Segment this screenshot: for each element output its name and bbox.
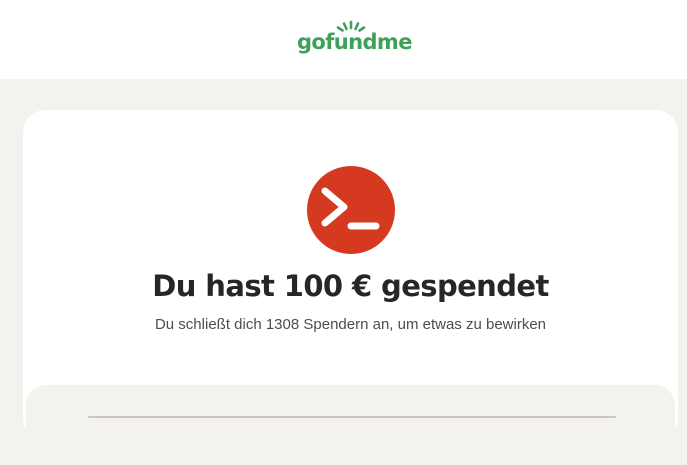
- donation-confirmation-card: Du hast 100 € gespendet Du schließt dich…: [23, 110, 678, 465]
- logo-wordmark: gofundme: [297, 30, 412, 54]
- donation-title: Du hast 100 € gespendet: [152, 269, 549, 303]
- terminal-prompt-icon: [307, 166, 395, 254]
- donation-subtitle: Du schließt dich 1308 Spendern an, um et…: [154, 316, 547, 333]
- share-section: [26, 385, 675, 465]
- gofundme-logo[interactable]: gofundme: [297, 20, 412, 60]
- site-header: gofundme: [0, 0, 687, 79]
- section-divider: [88, 416, 616, 418]
